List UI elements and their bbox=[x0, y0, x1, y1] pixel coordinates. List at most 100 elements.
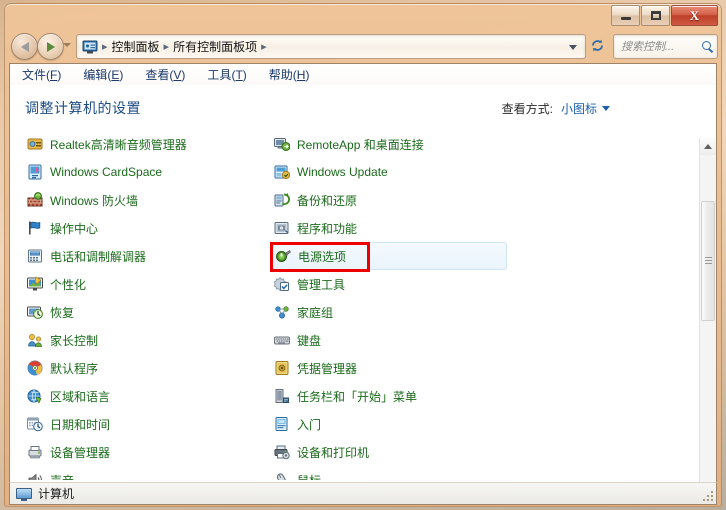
control-panel-item-label: 默认程序 bbox=[50, 361, 99, 376]
control-panel-item-label: RemoteApp 和桌面连接 bbox=[297, 138, 424, 152]
date-time-icon bbox=[27, 416, 43, 432]
title-bar[interactable]: X bbox=[4, 3, 722, 29]
maximize-button[interactable] bbox=[641, 5, 670, 26]
menu-tools[interactable]: 工具(T) bbox=[207, 66, 246, 83]
view-by-value[interactable]: 小图标 bbox=[561, 100, 597, 117]
control-panel-item-label: 凭据管理器 bbox=[297, 361, 358, 376]
breadcrumb-all-items[interactable]: 所有控制面板项 bbox=[173, 38, 257, 55]
realtek-audio-icon bbox=[27, 138, 43, 152]
vertical-scrollbar[interactable] bbox=[699, 138, 716, 502]
menu-help[interactable]: 帮助(H) bbox=[269, 66, 310, 83]
scroll-up-button[interactable] bbox=[700, 138, 716, 155]
view-by-control[interactable]: 查看方式: 小图标 bbox=[502, 100, 610, 117]
windows-update-icon bbox=[274, 164, 291, 180]
back-button[interactable] bbox=[11, 33, 38, 60]
recovery-icon bbox=[27, 304, 43, 320]
items-column-right: RemoteApp 和桌面连接 Windows Update 备份和还原程序和功能电… bbox=[272, 138, 572, 480]
chevron-down-icon[interactable] bbox=[602, 106, 610, 111]
control-panel-item-label: 设备和打印机 bbox=[297, 445, 370, 460]
control-panel-item[interactable]: 电源选项 bbox=[272, 242, 507, 270]
status-text: 计算机 bbox=[38, 487, 75, 501]
refresh-icon bbox=[592, 39, 603, 52]
menu-file[interactable]: 文件(F) bbox=[22, 66, 61, 83]
control-panel-item-label: 个性化 bbox=[50, 277, 87, 292]
control-panel-window: X ▸ 控制面板 ▸ 所有控制面板项 ▸ 搜索控制... 文件(F) 编辑(E)… bbox=[4, 3, 722, 507]
forward-button[interactable] bbox=[37, 33, 64, 60]
control-panel-item-label: Windows Update bbox=[297, 165, 388, 179]
menu-view[interactable]: 查看(V) bbox=[145, 66, 185, 83]
page-title: 调整计算机的设置 bbox=[25, 100, 141, 116]
minimize-button[interactable] bbox=[611, 5, 640, 26]
search-box[interactable] bbox=[613, 34, 718, 59]
breadcrumb-separator: ▸ bbox=[163, 41, 170, 53]
control-panel-item[interactable]: 任务栏和「开始」菜单 bbox=[272, 382, 572, 410]
address-bar[interactable]: ▸ 控制面板 ▸ 所有控制面板项 ▸ bbox=[76, 34, 586, 59]
refresh-button[interactable] bbox=[588, 36, 607, 55]
getting-started-icon bbox=[274, 416, 290, 432]
grip-icon bbox=[705, 257, 712, 264]
sound-speaker-icon bbox=[27, 472, 43, 480]
close-button[interactable]: X bbox=[671, 5, 718, 26]
control-panel-item[interactable]: 设备和打印机 bbox=[272, 438, 572, 466]
control-panel-item-label: Windows CardSpace bbox=[50, 165, 163, 179]
control-panel-item-label: 区域和语言 bbox=[50, 389, 111, 404]
control-panel-item[interactable]: 凭据管理器 bbox=[272, 354, 572, 382]
control-panel-item-label: 任务栏和「开始」菜单 bbox=[297, 389, 418, 404]
devices-printers-icon bbox=[274, 444, 290, 460]
client-area: 文件(F) 编辑(E) 查看(V) 工具(T) 帮助(H) 调整计算机的设置 查… bbox=[9, 63, 717, 502]
recent-pages-dropdown[interactable] bbox=[63, 43, 71, 47]
remoteapp-icon bbox=[274, 138, 291, 152]
resize-grip[interactable] bbox=[702, 490, 713, 501]
control-panel-item-label: 电源选项 bbox=[298, 249, 347, 264]
control-panel-item[interactable]: 备份和还原 bbox=[272, 186, 572, 214]
control-panel-item[interactable]: Windows Update bbox=[272, 158, 572, 186]
control-panel-item-label: 程序和功能 bbox=[297, 221, 358, 236]
control-panel-item-label: 鼠标 bbox=[297, 472, 321, 481]
region-language-icon bbox=[27, 388, 43, 404]
control-panel-icon bbox=[82, 39, 98, 55]
programs-features-icon bbox=[274, 220, 290, 236]
control-panel-item-label: 电话和调制解调器 bbox=[50, 249, 147, 264]
view-by-label: 查看方式: bbox=[501, 102, 553, 116]
mouse-icon bbox=[274, 472, 290, 480]
keyboard-icon bbox=[274, 332, 290, 348]
control-panel-item[interactable]: 程序和功能 bbox=[272, 214, 572, 242]
control-panel-item[interactable]: 鼠标 bbox=[272, 466, 572, 480]
computer-icon bbox=[16, 486, 32, 502]
control-panel-item-label: 设备管理器 bbox=[50, 445, 111, 460]
control-panel-item[interactable]: 家庭组 bbox=[272, 298, 572, 326]
control-panel-item-label: 入门 bbox=[297, 417, 322, 432]
phone-modem-icon bbox=[27, 248, 43, 264]
control-panel-item[interactable]: 键盘 bbox=[272, 326, 572, 354]
taskbar-start-menu-icon bbox=[274, 388, 290, 404]
arrow-right-icon bbox=[46, 41, 55, 52]
control-panel-item-label: 家庭组 bbox=[297, 305, 334, 320]
control-panel-item-label: 家长控制 bbox=[50, 333, 99, 348]
control-panel-item-label: 操作中心 bbox=[50, 221, 99, 236]
firewall-icon bbox=[27, 192, 43, 208]
backup-restore-icon bbox=[274, 192, 290, 208]
default-programs-icon bbox=[27, 360, 43, 376]
control-panel-item[interactable]: 入门 bbox=[272, 410, 572, 438]
control-panel-item-label: 恢复 bbox=[50, 305, 75, 320]
control-panel-item[interactable]: RemoteApp 和桌面连接 bbox=[272, 138, 572, 158]
device-manager-icon bbox=[27, 444, 43, 460]
control-panel-item-label: 备份和还原 bbox=[297, 193, 358, 208]
chevron-down-icon[interactable] bbox=[569, 45, 577, 50]
parental-controls-icon bbox=[27, 332, 43, 348]
menu-edit[interactable]: 编辑(E) bbox=[83, 66, 123, 83]
control-panel-item-label: 管理工具 bbox=[297, 277, 346, 292]
breadcrumb-control-panel[interactable]: 控制面板 bbox=[112, 38, 160, 55]
arrow-left-icon bbox=[20, 41, 29, 52]
control-panel-items-list: Realtek高清晰音频管理器 Windows CardSpace Windows … bbox=[11, 138, 700, 480]
control-panel-item-label: 声音 bbox=[50, 472, 74, 481]
action-center-flag-icon bbox=[27, 220, 43, 236]
search-input[interactable] bbox=[619, 36, 701, 57]
control-panel-item[interactable]: 管理工具 bbox=[272, 270, 572, 298]
chevron-up-icon bbox=[704, 144, 712, 149]
control-panel-item-label: 日期和时间 bbox=[50, 417, 111, 432]
control-panel-item-label: 键盘 bbox=[297, 333, 322, 348]
credential-manager-icon bbox=[274, 360, 290, 376]
search-icon[interactable] bbox=[701, 40, 715, 54]
scrollbar-thumb[interactable] bbox=[701, 201, 715, 321]
